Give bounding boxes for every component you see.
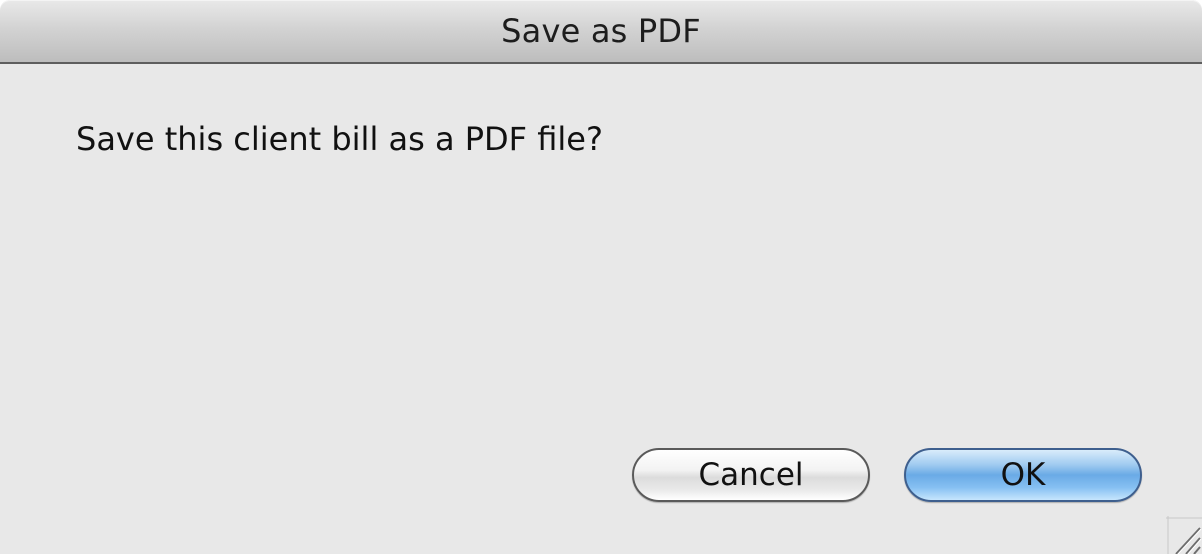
save-as-pdf-dialog: Save as PDF Save this client bill as a P…	[0, 0, 1202, 554]
resize-grip-icon[interactable]	[1166, 516, 1202, 554]
ok-button[interactable]: OK	[904, 448, 1142, 502]
cancel-button[interactable]: Cancel	[632, 448, 870, 502]
dialog-message: Save this client bill as a PDF file?	[76, 120, 603, 158]
title-bar[interactable]: Save as PDF	[0, 0, 1202, 64]
dialog-title: Save as PDF	[501, 12, 701, 50]
